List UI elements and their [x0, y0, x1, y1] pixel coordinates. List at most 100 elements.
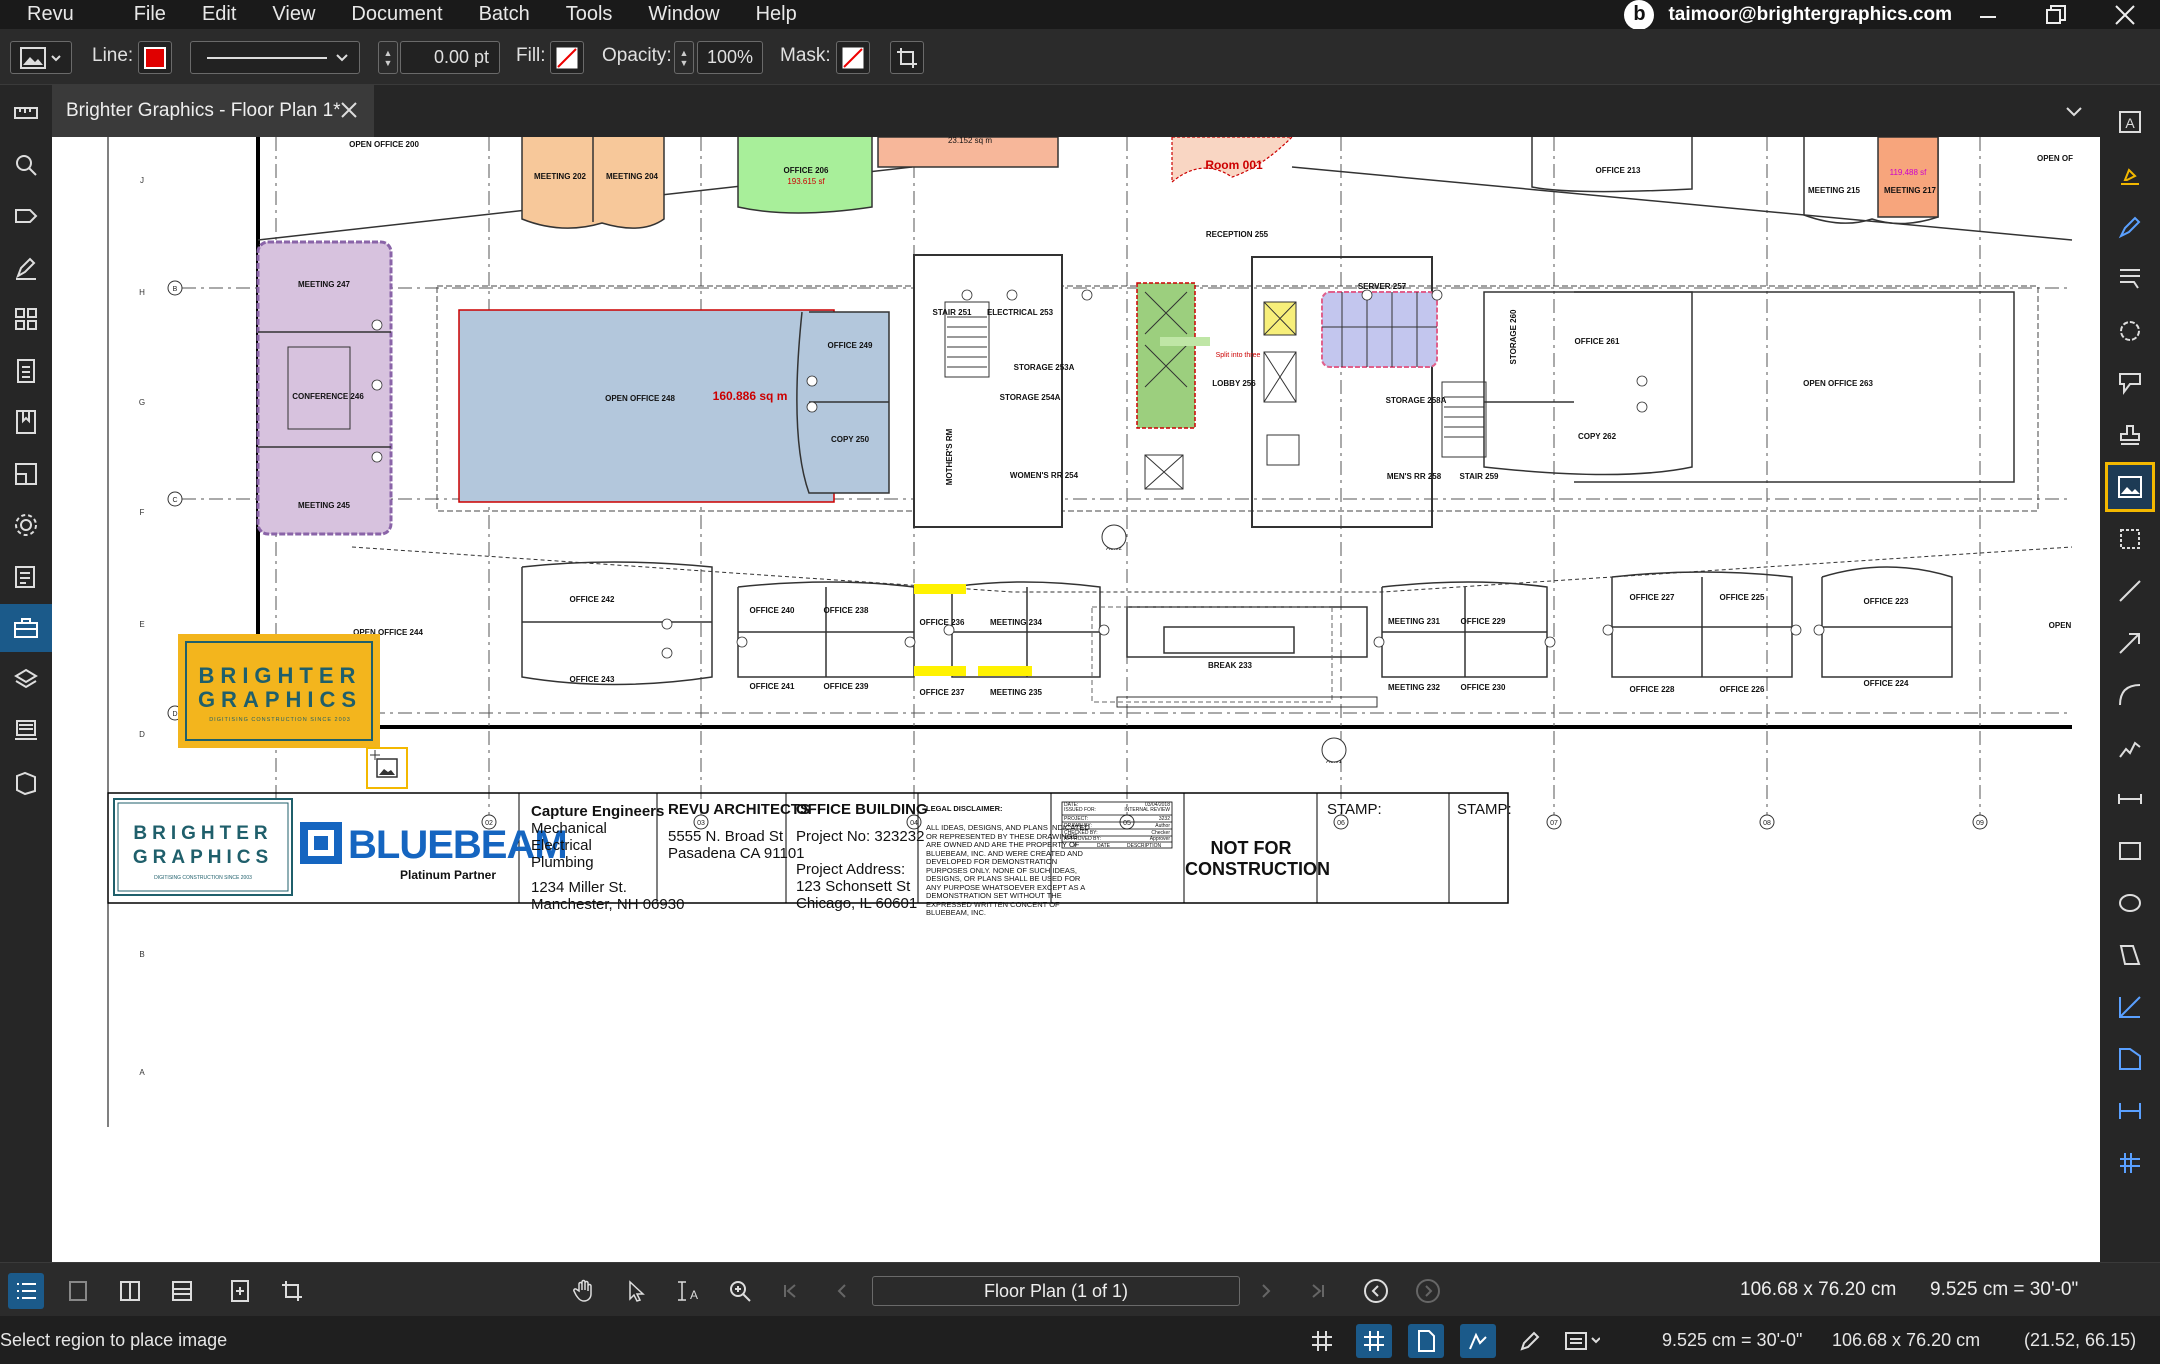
ellipse-tool[interactable] [2108, 881, 2152, 925]
grid-toggle[interactable] [1304, 1324, 1340, 1358]
previous-view-button[interactable] [1358, 1273, 1394, 1309]
sets-panel-button[interactable] [0, 450, 52, 498]
opacity-stepper[interactable]: ▲ ▼ [674, 41, 694, 74]
measure-icon [2119, 996, 2141, 1018]
split-horizontal-button[interactable] [164, 1273, 200, 1309]
forms-panel-button[interactable] [0, 553, 52, 601]
next-view-button[interactable] [1410, 1273, 1446, 1309]
search-panel-button[interactable] [0, 141, 52, 189]
engineers-line-2: Electrical [531, 837, 592, 854]
bookmarks-panel-button[interactable] [0, 398, 52, 446]
line-color-button[interactable] [138, 41, 172, 74]
line-style-dropdown[interactable] [190, 41, 360, 74]
sheet-margin-letter: H [139, 288, 145, 297]
menu-help[interactable]: Help [738, 3, 815, 26]
account-menu[interactable]: b taimoor@brightergraphics.com [1624, 0, 1952, 30]
minimize-button[interactable] [1958, 0, 2018, 29]
dimension-tool[interactable] [2108, 777, 2152, 821]
next-page-button[interactable] [1248, 1273, 1284, 1309]
page-selector[interactable]: Floor Plan (1 of 1) [872, 1276, 1240, 1306]
crop-button[interactable] [890, 41, 924, 74]
layers-panel-button[interactable] [0, 656, 52, 704]
insert-page-button[interactable] [222, 1273, 258, 1309]
snap-to-grid-toggle[interactable] [1356, 1324, 1392, 1358]
room-label-office-229: OFFICE 229 [1461, 617, 1506, 626]
grid-column-label: 09 [1976, 820, 1984, 827]
callout-tool[interactable] [2108, 257, 2152, 301]
close-window-button[interactable] [2095, 0, 2155, 29]
snap-to-content-toggle[interactable] [1408, 1324, 1444, 1358]
sync-icon [1565, 1332, 1600, 1350]
single-page-button[interactable] [60, 1273, 96, 1309]
highlight-tool[interactable] [2108, 153, 2152, 197]
menu-view[interactable]: View [254, 3, 333, 26]
polyline-tool[interactable] [2108, 725, 2152, 769]
arrow-callout-tool[interactable] [2108, 361, 2152, 405]
svg-text:A: A [690, 1288, 698, 1302]
markup-panel-button[interactable] [0, 244, 52, 292]
text-box-tool[interactable]: A [2108, 100, 2152, 144]
file-access-panel-button[interactable] [0, 347, 52, 395]
menu-window[interactable]: Window [630, 3, 737, 26]
menu-revu[interactable]: Revu [0, 3, 116, 26]
sets-icon [15, 463, 37, 485]
line-width-field[interactable]: 0.00 pt [400, 41, 500, 74]
select-text-button[interactable]: A [668, 1273, 704, 1309]
pan-tool-button[interactable] [566, 1273, 602, 1309]
split-horizontal-icon [172, 1281, 192, 1301]
reuse-toggle[interactable] [1512, 1324, 1548, 1358]
list-view-button[interactable] [8, 1273, 44, 1309]
split-vertical-button[interactable] [112, 1273, 148, 1309]
tags-panel-button[interactable] [0, 192, 52, 240]
thumbnails-panel-button[interactable] [0, 295, 52, 343]
measurements-panel-button[interactable] [0, 89, 52, 137]
menu-file[interactable]: File [116, 3, 184, 26]
measure-area-tool[interactable] [2108, 1037, 2152, 1081]
previous-page-button[interactable] [824, 1273, 860, 1309]
grid-row-label: C [172, 497, 177, 504]
sync-toggle[interactable] [1564, 1324, 1600, 1358]
mask-color-button[interactable] [836, 41, 870, 74]
fill-label: Fill: [516, 45, 546, 66]
svg-text:A: A [2125, 115, 2135, 131]
image-tool-dropdown[interactable] [10, 41, 72, 74]
restore-button[interactable] [2026, 0, 2086, 29]
line-tool[interactable] [2108, 569, 2152, 613]
cloud-tool[interactable] [2108, 309, 2152, 353]
add-page-icon [231, 1280, 249, 1302]
snapshot-tool[interactable] [2108, 517, 2152, 561]
chevron-down-icon[interactable] [2064, 101, 2084, 121]
count-tool[interactable] [2108, 1141, 2152, 1185]
drawing-canvas[interactable]: 010203040506070809BCDA6.02A6.01 JHGFEDCB… [52, 137, 2100, 1262]
snap-to-markup-toggle[interactable] [1460, 1324, 1496, 1358]
arrow-tool[interactable] [2108, 621, 2152, 665]
polygon-tool[interactable] [2108, 933, 2152, 977]
close-tab-icon[interactable] [338, 99, 360, 121]
menu-tools[interactable]: Tools [548, 3, 631, 26]
arc-tool[interactable] [2108, 673, 2152, 717]
polygon-icon [2119, 945, 2141, 965]
measure-length-tool[interactable] [2108, 985, 2152, 1029]
tool-chest-panel-button[interactable] [0, 604, 52, 652]
image-tool[interactable] [2105, 462, 2155, 512]
first-page-button[interactable] [772, 1273, 808, 1309]
spaces-panel-button[interactable] [0, 759, 52, 807]
last-page-button[interactable] [1300, 1273, 1336, 1309]
fill-color-button[interactable] [550, 41, 584, 74]
menu-document[interactable]: Document [333, 3, 460, 26]
stamp-tool[interactable] [2108, 413, 2152, 457]
menu-batch[interactable]: Batch [461, 3, 548, 26]
menu-edit[interactable]: Edit [184, 3, 254, 26]
page-setup-button[interactable] [274, 1273, 310, 1309]
zoom-button[interactable] [722, 1273, 758, 1309]
select-tool-button[interactable] [618, 1273, 654, 1309]
line-width-stepper[interactable]: ▲ ▼ [378, 41, 398, 74]
rectangle-tool[interactable] [2108, 829, 2152, 873]
document-tab[interactable]: Brighter Graphics - Floor Plan 1* [52, 85, 374, 137]
measure-perimeter-tool[interactable] [2108, 1089, 2152, 1133]
opacity-field[interactable]: 100% [697, 41, 763, 74]
grid-column-label: 08 [1763, 820, 1771, 827]
properties-panel-button[interactable] [0, 501, 52, 549]
studio-panel-button[interactable] [0, 707, 52, 755]
pen-tool[interactable] [2108, 205, 2152, 249]
